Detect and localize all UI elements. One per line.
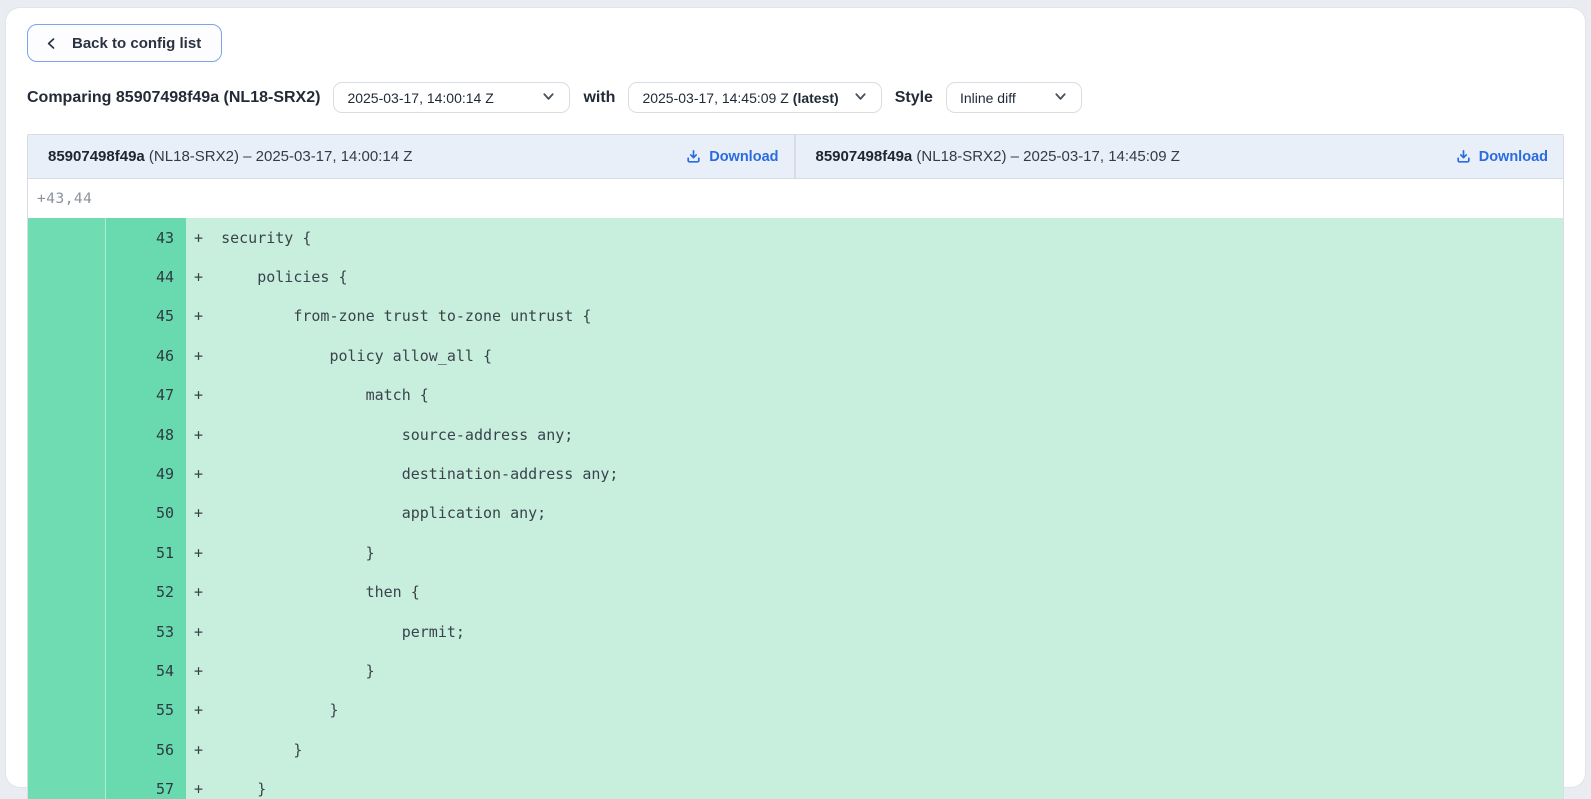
diff-gutter-marker: [28, 769, 106, 799]
diff-line-row: 43 + security {: [28, 218, 1563, 257]
diff-gutter-marker: [28, 415, 106, 454]
line-code: + from-zone trust to-zone untrust {: [186, 297, 1563, 336]
left-config-meta: (NL18-SRX2) – 2025-03-17, 14:00:14 Z: [145, 148, 413, 165]
diff-line-row: 53 + permit;: [28, 612, 1563, 651]
main-card: Back to config list Comparing 85907498f4…: [6, 8, 1585, 787]
download-icon: [1455, 148, 1472, 165]
diff-line-row: 52 + then {: [28, 573, 1563, 612]
right-config-meta: (NL18-SRX2) – 2025-03-17, 14:45:09 Z: [912, 148, 1180, 165]
line-number: 50: [106, 494, 186, 533]
diff-gutter-marker: [28, 454, 106, 493]
line-code: + }: [186, 533, 1563, 572]
chevron-down-icon: [1053, 89, 1068, 107]
from-version-value: 2025-03-17, 14:00:14 Z: [347, 90, 493, 106]
from-version-dropdown[interactable]: 2025-03-17, 14:00:14 Z: [333, 82, 570, 113]
diff-gutter-marker: [28, 218, 106, 257]
back-to-config-list-button[interactable]: Back to config list: [27, 24, 222, 62]
diff-gutter-marker: [28, 691, 106, 730]
line-code: + }: [186, 651, 1563, 690]
diff-lines: 43 + security { 44 + policies { 45 + fro…: [28, 218, 1563, 799]
diff-gutter-marker: [28, 651, 106, 690]
line-code: + then {: [186, 573, 1563, 612]
latest-badge: (latest): [793, 90, 839, 106]
chevron-down-icon: [541, 89, 556, 107]
diff-gutter-marker: [28, 730, 106, 769]
line-number: 45: [106, 297, 186, 336]
line-number: 55: [106, 691, 186, 730]
line-code: + application any;: [186, 494, 1563, 533]
line-number: 51: [106, 533, 186, 572]
diff-style-dropdown[interactable]: Inline diff: [946, 82, 1082, 113]
line-code: + policy allow_all {: [186, 336, 1563, 375]
diff-line-row: 55 + }: [28, 691, 1563, 730]
line-number: 57: [106, 769, 186, 799]
line-code: + policies {: [186, 257, 1563, 296]
diff-line-row: 56 + }: [28, 730, 1563, 769]
line-number: 48: [106, 415, 186, 454]
line-code: + source-address any;: [186, 415, 1563, 454]
line-number: 43: [106, 218, 186, 257]
diff-line-row: 44 + policies {: [28, 257, 1563, 296]
diff-line-row: 45 + from-zone trust to-zone untrust {: [28, 297, 1563, 336]
compare-bar: Comparing 85907498f49a (NL18-SRX2) 2025-…: [27, 82, 1564, 113]
with-label: with: [583, 89, 615, 107]
diff-line-row: 50 + application any;: [28, 494, 1563, 533]
line-number: 56: [106, 730, 186, 769]
right-download-link[interactable]: Download: [1455, 148, 1548, 165]
diff-gutter-marker: [28, 533, 106, 572]
left-config-id: 85907498f49a: [48, 148, 145, 165]
line-number: 46: [106, 336, 186, 375]
diff-gutter-marker: [28, 376, 106, 415]
style-label: Style: [895, 89, 933, 107]
diff-gutter-marker: [28, 257, 106, 296]
line-code: + security {: [186, 218, 1563, 257]
left-download-link[interactable]: Download: [685, 148, 778, 165]
line-number: 44: [106, 257, 186, 296]
line-code: + match {: [186, 376, 1563, 415]
diff-gutter-marker: [28, 336, 106, 375]
right-version-title: 85907498f49a (NL18-SRX2) – 2025-03-17, 1…: [816, 148, 1180, 165]
line-code: + permit;: [186, 612, 1563, 651]
hunk-header: +43,44: [28, 179, 1563, 218]
to-version-dropdown[interactable]: 2025-03-17, 14:45:09 Z(latest): [628, 82, 881, 113]
right-download-label: Download: [1479, 149, 1548, 165]
diff-line-row: 46 + policy allow_all {: [28, 336, 1563, 375]
diff-gutter-marker: [28, 573, 106, 612]
hunk-header-text: +43,44: [37, 191, 92, 207]
diff-line-row: 49 + destination-address any;: [28, 454, 1563, 493]
line-number: 52: [106, 573, 186, 612]
line-code: + }: [186, 691, 1563, 730]
right-version-header: 85907498f49a (NL18-SRX2) – 2025-03-17, 1…: [796, 135, 1564, 178]
comparing-label: Comparing 85907498f49a (NL18-SRX2): [27, 89, 320, 107]
right-config-id: 85907498f49a: [816, 148, 913, 165]
line-number: 53: [106, 612, 186, 651]
diff-line-row: 54 + }: [28, 651, 1563, 690]
left-download-label: Download: [709, 149, 778, 165]
line-number: 49: [106, 454, 186, 493]
diff-gutter-marker: [28, 612, 106, 651]
diff-gutter-marker: [28, 297, 106, 336]
line-code: + destination-address any;: [186, 454, 1563, 493]
diff-container: 85907498f49a (NL18-SRX2) – 2025-03-17, 1…: [27, 134, 1564, 799]
diff-version-headers: 85907498f49a (NL18-SRX2) – 2025-03-17, 1…: [28, 135, 1563, 179]
diff-line-row: 51 + }: [28, 533, 1563, 572]
download-icon: [685, 148, 702, 165]
diff-style-value: Inline diff: [960, 90, 1016, 106]
diff-line-row: 57 + }: [28, 769, 1563, 799]
diff-line-row: 48 + source-address any;: [28, 415, 1563, 454]
line-number: 47: [106, 376, 186, 415]
left-version-header: 85907498f49a (NL18-SRX2) – 2025-03-17, 1…: [28, 135, 796, 178]
chevron-left-icon: [45, 37, 58, 50]
diff-gutter-marker: [28, 494, 106, 533]
to-version-value: 2025-03-17, 14:45:09 Z(latest): [642, 90, 838, 106]
diff-line-row: 47 + match {: [28, 376, 1563, 415]
line-number: 54: [106, 651, 186, 690]
chevron-down-icon: [853, 89, 868, 107]
left-version-title: 85907498f49a (NL18-SRX2) – 2025-03-17, 1…: [48, 148, 412, 165]
page-content: Back to config list Comparing 85907498f4…: [6, 8, 1585, 799]
back-button-label: Back to config list: [72, 35, 201, 52]
line-code: + }: [186, 730, 1563, 769]
line-code: + }: [186, 769, 1563, 799]
